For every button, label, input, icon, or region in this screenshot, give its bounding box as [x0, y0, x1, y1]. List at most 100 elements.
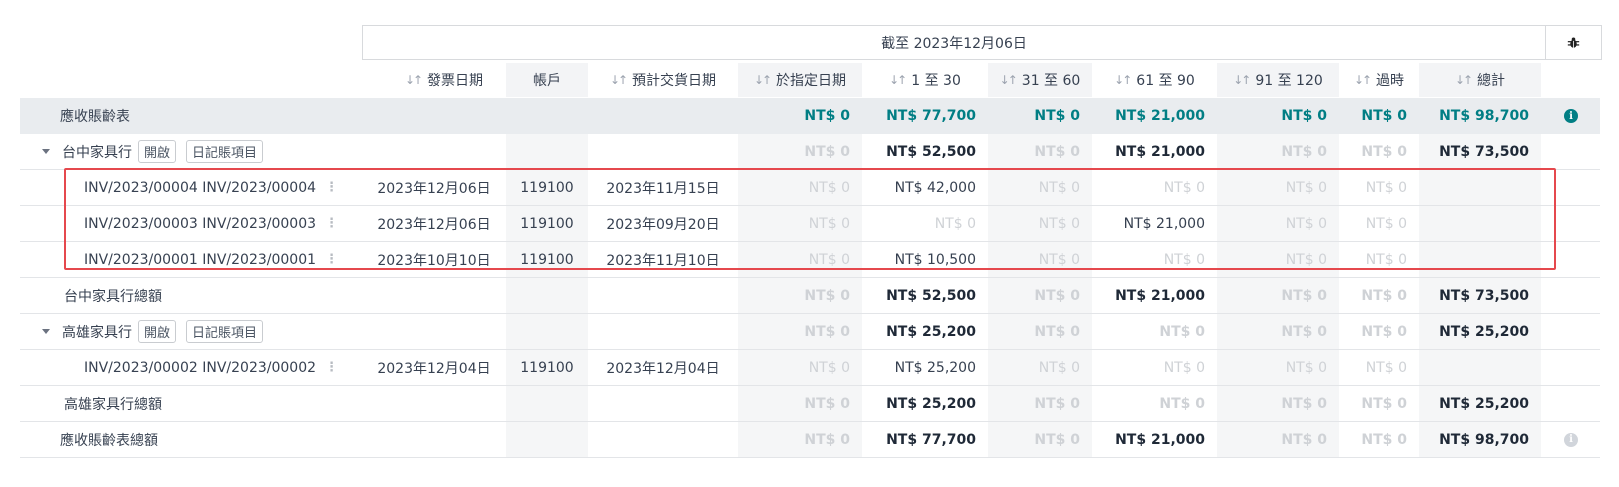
amount-cell: NT$ 0	[1281, 143, 1327, 160]
amount-cell: NT$ 0	[1034, 323, 1080, 340]
col-91-120[interactable]: ↓↑ 91 至 120	[1217, 63, 1339, 97]
amount-cell: NT$ 0	[1034, 143, 1080, 160]
journal-items-button[interactable]: 日記賬項目	[186, 320, 264, 343]
amount-cell: NT$ 0	[1285, 359, 1327, 376]
amount-cell: NT$ 0	[1281, 287, 1327, 304]
invoice-name-cell[interactable]: INV/2023/00002 INV/2023/00002 ⋮	[84, 350, 364, 385]
sort-icon: ↓↑	[1353, 73, 1372, 87]
column-header-row: ↓↑ 發票日期 帳戶 ↓↑ 預計交貨日期 ↓↑ 於指定日期 ↓↑ 1 至 30 ↓↑ 31…	[0, 63, 1619, 97]
col-61-90[interactable]: ↓↑ 61 至 90	[1092, 63, 1217, 97]
kebab-menu-icon[interactable]: ⋮	[325, 360, 338, 375]
amount-cell: NT$ 0	[1281, 323, 1327, 340]
partner-name: 台中家具行	[62, 144, 132, 161]
amount-cell: NT$ 73,500	[1439, 143, 1529, 160]
amount-cell: NT$ 21,000	[1115, 431, 1205, 448]
sort-icon: ↓↑	[404, 73, 423, 87]
amount-cell: NT$ 25,200	[1439, 395, 1529, 412]
partner-total-label: 台中家具行總額	[64, 288, 162, 305]
caret-down-icon[interactable]	[42, 329, 50, 334]
partner-row[interactable]: 高雄家具行 開啟 日記賬項目 NT$ 0 NT$ 25,200 NT$ 0 NT…	[20, 314, 1600, 350]
col-expected-date[interactable]: ↓↑ 預計交貨日期	[588, 63, 738, 97]
amount-cell: NT$ 0	[1361, 287, 1407, 304]
highlight-box	[64, 168, 1556, 270]
partner-name: 高雄家具行	[62, 324, 132, 341]
amount-cell: NT$ 98,700	[1439, 108, 1529, 124]
col-1-30[interactable]: ↓↑ 1 至 30	[862, 63, 988, 97]
amount-cell: NT$ 21,000	[1115, 108, 1205, 124]
amount-cell: NT$ 0	[804, 143, 850, 160]
report-summary-row: 應收賬齡表 NT$ 0 NT$ 77,700 NT$ 0 NT$ 21,000 …	[20, 98, 1600, 134]
amount-cell: NT$ 0	[804, 108, 850, 124]
amount-cell: NT$ 0	[1365, 359, 1407, 376]
sort-icon: ↓↑	[999, 73, 1018, 87]
amount-cell: NT$ 21,000	[1115, 143, 1205, 160]
info-button[interactable]: i	[1541, 98, 1601, 134]
invoice-line-row[interactable]: INV/2023/00002 INV/2023/00002 ⋮ 2023年12月0…	[20, 350, 1600, 386]
col-account[interactable]: 帳戶	[506, 63, 588, 97]
expected-date-cell: 2023年12月04日	[606, 360, 720, 377]
amount-cell: NT$ 25,200	[886, 395, 976, 412]
amount-cell: NT$ 0	[1361, 143, 1407, 160]
amount-cell: NT$ 0	[804, 323, 850, 340]
amount-cell: NT$ 25,200	[886, 323, 976, 340]
amount-cell: NT$ 77,700	[886, 431, 976, 448]
col-invoice-date[interactable]: ↓↑ 發票日期	[382, 63, 506, 97]
amount-cell: NT$ 0	[804, 431, 850, 448]
amount-cell: NT$ 25,200	[894, 359, 976, 376]
partner-name-cell: 台中家具行 開啟 日記賬項目	[42, 134, 362, 169]
amount-cell: NT$ 25,200	[1439, 323, 1529, 340]
amount-cell: NT$ 0	[1281, 395, 1327, 412]
amount-cell: NT$ 0	[1361, 395, 1407, 412]
amount-cell: NT$ 0	[804, 395, 850, 412]
amount-cell: NT$ 52,500	[886, 287, 976, 304]
sort-icon: ↓↑	[609, 73, 628, 87]
partner-total-label: 高雄家具行總額	[64, 396, 162, 413]
sort-icon: ↓↑	[753, 73, 772, 87]
partner-name-cell: 高雄家具行 開啟 日記賬項目	[42, 314, 362, 349]
invoice-name: INV/2023/00002 INV/2023/00002	[84, 359, 317, 376]
open-button[interactable]: 開啟	[138, 140, 177, 163]
amount-cell: NT$ 0	[1361, 431, 1407, 448]
bug-icon	[1567, 37, 1580, 49]
amount-cell: NT$ 21,000	[1115, 287, 1205, 304]
info-icon: i	[1564, 109, 1578, 123]
sort-icon: ↓↑	[1114, 73, 1132, 87]
info-icon: i	[1564, 432, 1578, 447]
amount-cell: NT$ 0	[1034, 287, 1080, 304]
amount-cell: NT$ 0	[808, 359, 850, 376]
sort-icon: ↓↑	[1454, 73, 1473, 87]
partner-row[interactable]: 台中家具行 開啟 日記賬項目 NT$ 0 NT$ 52,500 NT$ 0 NT…	[20, 134, 1600, 170]
amount-cell: NT$ 0	[1361, 108, 1407, 124]
info-button[interactable]: i	[1541, 422, 1601, 457]
amount-cell: NT$ 0	[1034, 395, 1080, 412]
amount-cell: NT$ 0	[1163, 359, 1205, 376]
invoice-date-cell: 2023年12月04日	[377, 360, 491, 377]
journal-items-button[interactable]: 日記賬項目	[186, 140, 264, 163]
col-as-of[interactable]: ↓↑ 於指定日期	[738, 63, 862, 97]
amount-cell: NT$ 0	[1038, 359, 1080, 376]
amount-cell: NT$ 77,700	[886, 108, 976, 124]
amount-cell: NT$ 0	[1281, 108, 1327, 124]
account-cell: 119100	[520, 359, 574, 376]
date-range-header: 截至 2023年12月06日	[362, 25, 1546, 60]
date-range-label: 截至 2023年12月06日	[881, 35, 1027, 52]
amount-cell: NT$ 0	[804, 287, 850, 304]
amount-cell: NT$ 0	[1361, 323, 1407, 340]
col-31-60[interactable]: ↓↑ 31 至 60	[988, 63, 1092, 97]
grand-total-row: 應收賬齡表總額 NT$ 0 NT$ 77,700 NT$ 0 NT$ 21,00…	[20, 422, 1600, 458]
debug-button[interactable]	[1546, 25, 1602, 60]
sort-icon: ↓↑	[889, 73, 907, 87]
col-total[interactable]: ↓↑ 總計	[1419, 63, 1541, 97]
amount-cell: NT$ 0	[1281, 431, 1327, 448]
open-button[interactable]: 開啟	[138, 320, 177, 343]
col-older[interactable]: ↓↑ 過時	[1339, 63, 1419, 97]
amount-cell: NT$ 0	[1034, 108, 1080, 124]
amount-cell: NT$ 73,500	[1439, 287, 1529, 304]
partner-total-row: 台中家具行總額 NT$ 0 NT$ 52,500 NT$ 0 NT$ 21,00…	[20, 278, 1600, 314]
grand-total-label: 應收賬齡表總額	[60, 432, 158, 449]
amount-cell: NT$ 52,500	[886, 143, 976, 160]
partner-total-row: 高雄家具行總額 NT$ 0 NT$ 25,200 NT$ 0 NT$ 0 NT$…	[20, 386, 1600, 422]
caret-down-icon[interactable]	[42, 149, 50, 154]
amount-cell: NT$ 98,700	[1439, 431, 1529, 448]
report-title: 應收賬齡表	[60, 109, 130, 125]
